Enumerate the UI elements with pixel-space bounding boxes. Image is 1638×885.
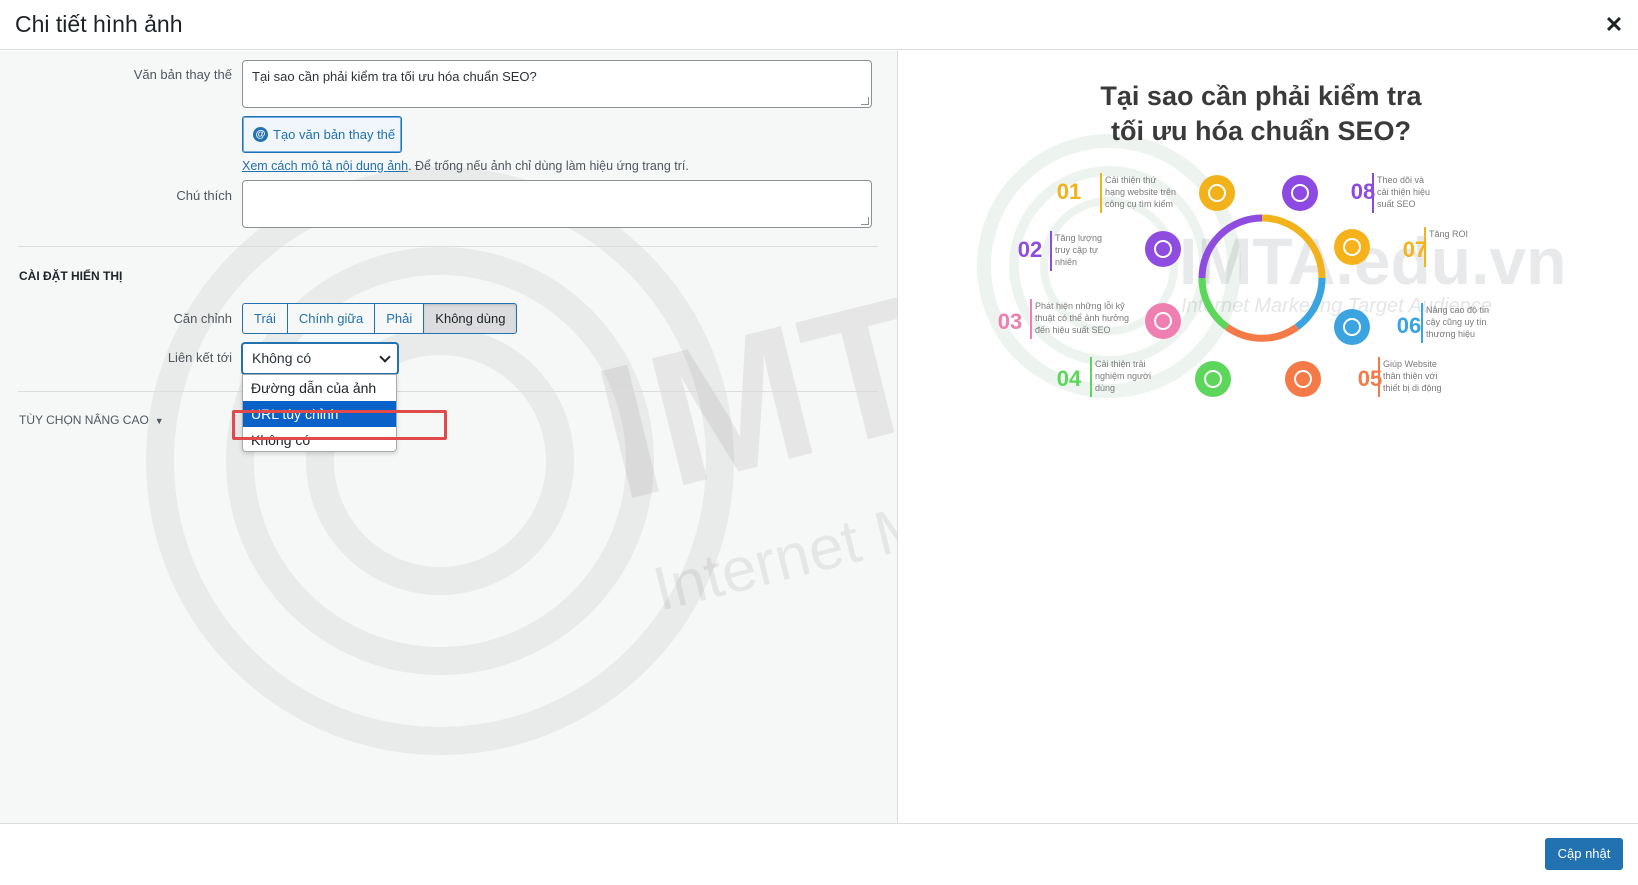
preview-item-bar <box>1050 231 1052 271</box>
preview-item-text: cậy cũng uy tín <box>1426 317 1487 327</box>
align-right-button[interactable]: Phải <box>374 303 425 334</box>
preview-item-text: công cụ tìm kiếm <box>1105 199 1173 209</box>
update-button[interactable]: Cập nhật <box>1545 838 1623 870</box>
preview-item-bar <box>1424 227 1426 267</box>
preview-item-05: 05Giúp Websitethân thiện vớithiết bị di … <box>1285 357 1442 397</box>
caret-down-icon: ▼ <box>154 416 164 426</box>
align-button-group: Trái Chính giữa Phải Không dùng <box>242 303 518 334</box>
advanced-options-toggle[interactable]: TÙY CHỌN NÂNG CAO ▼ <box>19 413 164 427</box>
close-icon[interactable]: ✕ <box>1602 13 1626 37</box>
align-label: Căn chỉnh <box>173 311 232 326</box>
watermark-main-text: IMTA.edu.vn <box>579 65 898 541</box>
display-settings-heading: CÀI ĐẶT HIỂN THỊ <box>19 269 123 283</box>
advanced-options-label: TÙY CHỌN NÂNG CAO <box>19 413 149 427</box>
preview-item-08: 08 Theo dõi và cải thiện hiệu suất SEO <box>1282 173 1430 213</box>
link-to-select[interactable]: Không có <box>242 343 398 374</box>
preview-item-text: hạng website trên <box>1105 187 1176 197</box>
preview-item-number: 01 <box>1057 179 1081 204</box>
caption-label: Chú thích <box>176 188 232 203</box>
preview-item-number: 02 <box>1018 237 1042 262</box>
preview-item-number: 08 <box>1351 179 1375 204</box>
preview-item-icon <box>1285 361 1321 397</box>
preview-item-icon <box>1199 175 1235 211</box>
modal-title: Chi tiết hình ảnh <box>15 11 183 37</box>
preview-item-text: cải thiện hiệu <box>1377 187 1430 197</box>
preview-item-bar <box>1030 299 1032 339</box>
preview-item-icon <box>1145 231 1181 267</box>
preview-item-text: thương hiệu <box>1426 329 1475 339</box>
preview-item-text: đến hiệu suất SEO <box>1035 325 1111 335</box>
preview-item-icon <box>1145 303 1181 339</box>
preview-item-bar <box>1421 303 1423 343</box>
preview-item-text: dùng <box>1095 383 1115 393</box>
preview-title-line2: tối ưu hóa chuẩn SEO? <box>1111 116 1411 146</box>
divider <box>18 246 878 247</box>
resize-handle-icon[interactable] <box>861 217 869 225</box>
alt-text-help-text: . Để trống nếu ảnh chỉ dùng làm hiệu ứng… <box>408 159 689 173</box>
align-left-button[interactable]: Trái <box>242 303 288 334</box>
highlight-box <box>232 410 447 440</box>
preview-item-text: Tăng ROI <box>1429 229 1468 239</box>
preview-item-text: thuật có thể ảnh hưởng <box>1035 313 1129 323</box>
alt-text-value: Tại sao cần phải kiểm tra tối ưu hóa chu… <box>252 69 537 84</box>
divider <box>18 391 878 392</box>
preview-item-text: thiết bị di động <box>1383 383 1442 393</box>
preview-item-text: nghiệm người <box>1095 371 1151 381</box>
image-preview[interactable]: IMTA.edu.vn Internet Marketing Target Au… <box>899 51 1638 471</box>
align-none-button[interactable]: Không dùng <box>423 303 518 334</box>
resize-handle-icon[interactable] <box>861 97 869 105</box>
preview-item-number: 04 <box>1057 366 1082 391</box>
option-image-url[interactable]: Đường dẫn của ảnh <box>243 375 396 401</box>
preview-watermark-main: IMTA.edu.vn <box>1179 224 1566 298</box>
modal-header: Chi tiết hình ảnh ✕ <box>0 0 1638 50</box>
watermark-sub-text: Internet Marketing <box>647 437 898 625</box>
preview-item-text: Theo dõi và <box>1377 175 1424 185</box>
preview-item-text: nhiên <box>1055 257 1077 267</box>
preview-item-icon <box>1195 361 1231 397</box>
preview-title-line1: Tại sao cần phải kiểm tra <box>1100 81 1422 111</box>
preview-item-icon <box>1334 229 1370 265</box>
preview-item-text: suất SEO <box>1377 199 1416 209</box>
align-center-button[interactable]: Chính giữa <box>286 303 376 334</box>
preview-item-icon <box>1334 309 1370 345</box>
preview-item-text: Tăng lượng <box>1055 233 1102 243</box>
link-to-value: Không có <box>252 350 312 366</box>
preview-item-bar <box>1378 357 1380 397</box>
preview-item-bar <box>1372 173 1374 213</box>
chevron-down-icon <box>379 351 391 363</box>
attachment-settings-panel: IMTA.edu.vn Internet Marketing Văn bản t… <box>0 51 898 823</box>
link-to-label: Liên kết tới <box>167 350 232 365</box>
preview-item-text: Nâng cao độ tin <box>1426 305 1489 315</box>
preview-item-icon <box>1282 175 1318 211</box>
preview-item-text: Cải thiện trải <box>1095 359 1146 369</box>
image-preview-panel: IMTA.edu.vn Internet Marketing Target Au… <box>899 51 1638 823</box>
preview-item-number: 03 <box>998 309 1022 334</box>
caption-field[interactable] <box>242 180 872 228</box>
modal-footer: Cập nhật <box>0 823 1638 885</box>
preview-item-text: Phát hiện những lỗi kỹ <box>1035 301 1125 311</box>
alt-text-label: Văn bản thay thế <box>133 67 232 82</box>
preview-item-number: 07 <box>1403 237 1427 262</box>
preview-item-text: thân thiện với <box>1383 371 1437 381</box>
preview-item-text: Giúp Website <box>1383 359 1437 369</box>
ai-icon: @ <box>253 127 268 142</box>
generate-alt-text-label: Tạo văn bản thay thế <box>273 127 396 142</box>
generate-alt-text-button[interactable]: @ Tạo văn bản thay thế <box>242 116 402 153</box>
preview-item-text: Cải thiện thứ <box>1105 175 1157 185</box>
preview-item-number: 06 <box>1397 313 1421 338</box>
preview-item-text: truy cập tự <box>1055 245 1098 255</box>
describe-image-link[interactable]: Xem cách mô tả nội dung ảnh <box>242 159 408 173</box>
alt-text-help: Xem cách mô tả nội dung ảnh. Để trống nế… <box>242 159 689 173</box>
preview-item-bar <box>1100 173 1102 213</box>
alt-text-field[interactable]: Tại sao cần phải kiểm tra tối ưu hóa chu… <box>242 60 872 108</box>
preview-item-bar <box>1090 357 1092 397</box>
